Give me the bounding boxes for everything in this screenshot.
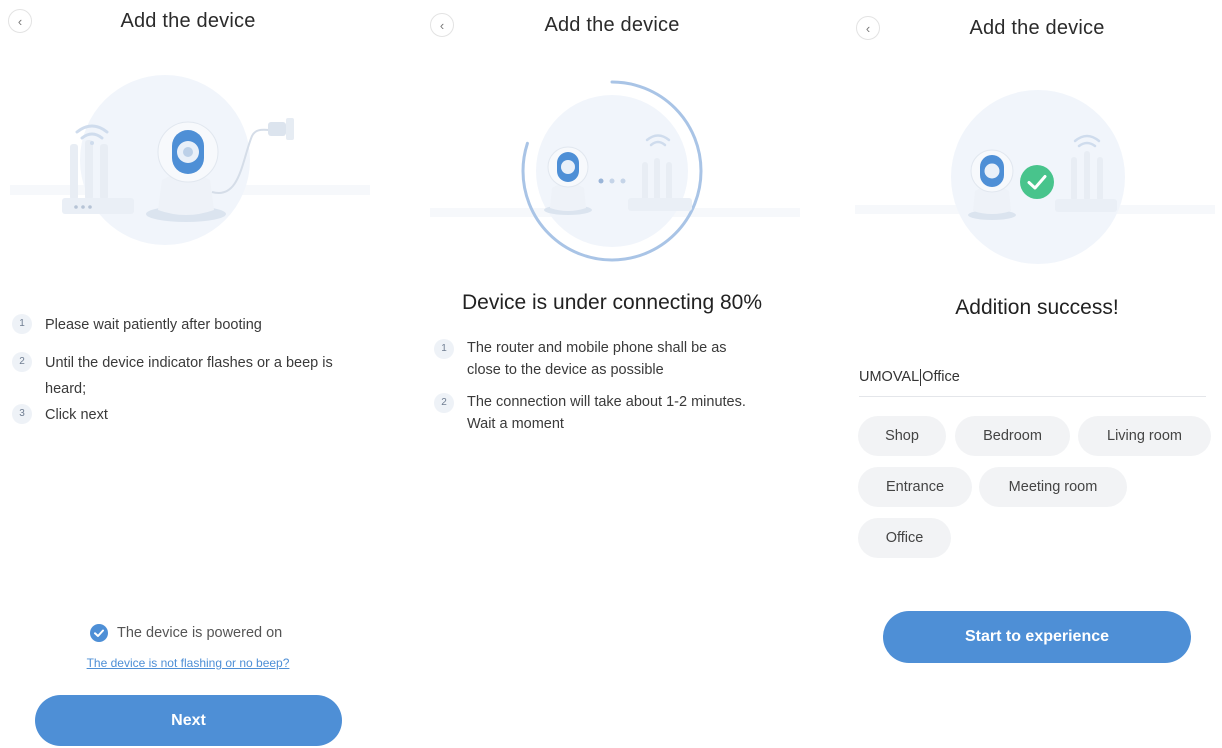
list-item: 2 The connection will take about 1-2 min…: [434, 391, 774, 435]
page-title: Add the device: [544, 14, 680, 36]
checkbox-label: The device is powered on: [117, 625, 283, 641]
camera-icon: [157, 121, 219, 215]
success-check-icon: [1020, 165, 1054, 199]
back-button[interactable]: ‹: [856, 16, 880, 40]
device-name-input[interactable]: UMOVAL Office: [859, 358, 1206, 397]
list-item: 1 The router and mobile phone shall be a…: [434, 337, 774, 381]
step-text: Please wait patiently after booting: [45, 317, 262, 333]
success-heading: Addition success!: [955, 296, 1119, 319]
step-text: Until the device indicator flashes or a …: [45, 355, 333, 397]
step-text: The connection will take about 1-2 minut…: [467, 394, 746, 432]
step-number: 2: [434, 393, 454, 413]
camera-router-illustration: [10, 75, 370, 245]
back-button[interactable]: ‹: [430, 13, 454, 37]
room-chip-shop[interactable]: Shop: [858, 416, 946, 456]
text-cursor: [920, 368, 922, 386]
page-title: Add the device: [969, 17, 1105, 39]
room-chip-meeting-room[interactable]: Meeting room: [979, 467, 1127, 507]
room-chip-living-room[interactable]: Living room: [1078, 416, 1211, 456]
step-number: 3: [12, 404, 32, 424]
step-number: 2: [12, 352, 32, 372]
list-item: 1 Please wait patiently after booting: [12, 312, 362, 338]
room-chip-bedroom[interactable]: Bedroom: [955, 416, 1070, 456]
instruction-steps: 1 Please wait patiently after booting 2 …: [12, 312, 362, 428]
chevron-left-icon: ‹: [439, 17, 445, 33]
page-title: Add the device: [120, 10, 256, 32]
chevron-left-icon: ‹: [865, 20, 871, 36]
help-link[interactable]: The device is not flashing or no beep?: [60, 656, 316, 670]
success-illustration: [855, 90, 1215, 264]
powered-on-checkbox[interactable]: The device is powered on: [90, 624, 282, 642]
start-experience-button[interactable]: Start to experience: [883, 611, 1191, 663]
step-text: Click next: [45, 407, 108, 423]
checkmark-icon: [90, 624, 108, 642]
next-button[interactable]: Next: [35, 695, 342, 746]
connection-status: Device is under connecting 80%: [461, 291, 762, 314]
device-name-value: Office: [922, 369, 960, 385]
list-item: 2 Until the device indicator flashes or …: [12, 350, 362, 402]
list-item: 3 Click next: [12, 402, 362, 428]
room-chip-entrance[interactable]: Entrance: [858, 467, 972, 507]
step-number: 1: [434, 339, 454, 359]
device-name-prefix: UMOVAL: [859, 369, 920, 385]
connecting-illustration: [430, 80, 800, 262]
step-number: 1: [12, 314, 32, 334]
room-chip-office[interactable]: Office: [858, 518, 951, 558]
step-text: The router and mobile phone shall be as …: [467, 340, 727, 378]
back-button[interactable]: ‹: [8, 9, 32, 33]
chevron-left-icon: ‹: [17, 13, 23, 29]
instruction-steps: 1 The router and mobile phone shall be a…: [434, 337, 774, 435]
